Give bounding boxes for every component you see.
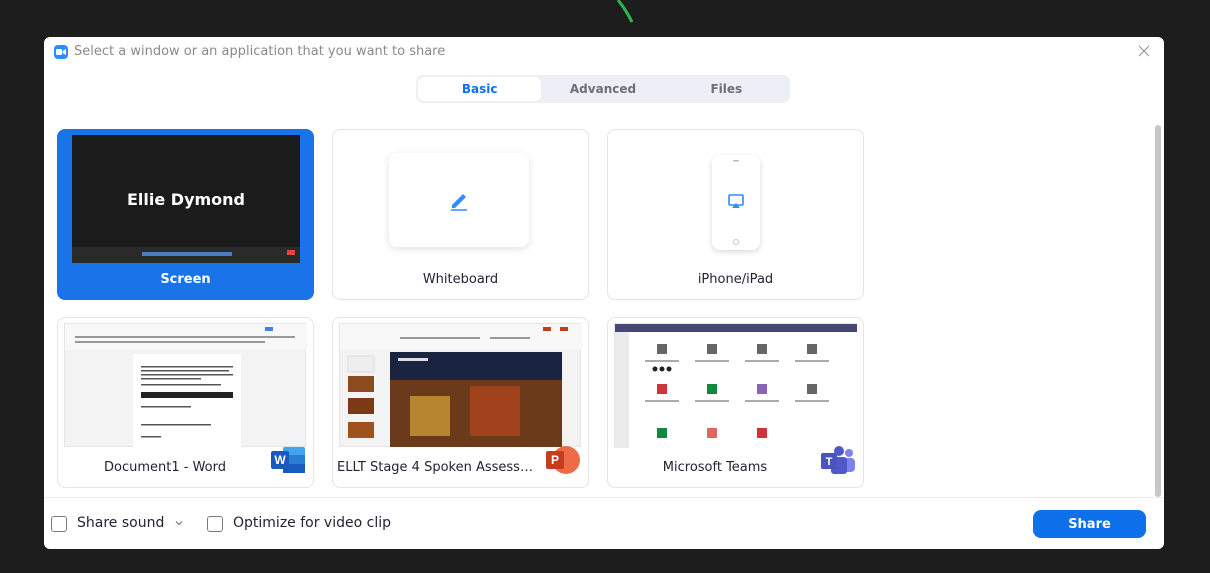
tab-files[interactable]: Files [665,77,788,101]
optimize-video-checkbox[interactable] [207,516,223,532]
card-screen[interactable]: Ellie Dymond Screen [57,129,314,300]
close-icon [1138,45,1150,57]
screen-preview: Ellie Dymond [72,135,300,263]
card-word-label: Document1 - Word [104,460,226,475]
title-bar: Select a window or an application that y… [44,37,1164,67]
powerpoint-app-icon: P [546,445,580,475]
teams-app-icon: T [821,445,855,475]
window-title: Select a window or an application that y… [74,44,446,59]
word-app-icon: W [271,445,305,475]
card-powerpoint-label: ELLT Stage 4 Spoken Assessment ... [337,460,543,475]
card-whiteboard-label: Whiteboard [422,272,499,287]
screen-preview-name: Ellie Dymond [126,190,246,209]
bottom-bar: Share sound Optimize for video clip Shar… [44,497,1164,549]
word-preview [64,323,307,448]
share-sound-checkbox[interactable] [51,516,67,532]
optimize-video-label: Optimize for video clip [233,515,391,531]
chevron-down-icon[interactable] [174,518,184,528]
whiteboard-preview [389,153,529,247]
tab-basic[interactable]: Basic [418,77,542,101]
green-annotation-line [616,0,634,23]
word-badge-letter: W [274,453,286,467]
card-document1-word[interactable]: Document1 - Word W [57,317,314,488]
airplay-icon [728,194,744,208]
iphone-preview [712,155,760,250]
pen-icon [451,194,467,211]
share-sound-label: Share sound [77,515,165,531]
card-ellt-powerpoint[interactable]: ELLT Stage 4 Spoken Assessment ... P [332,317,589,488]
card-whiteboard[interactable]: Whiteboard [332,129,589,300]
share-button[interactable]: Share [1033,510,1146,538]
share-screen-dialog: Select a window or an application that y… [44,37,1164,549]
card-iphone-label: iPhone/iPad [697,272,774,287]
card-teams-label: Microsoft Teams [662,460,768,475]
zoom-camera-icon [54,45,68,59]
card-microsoft-teams[interactable]: Microsoft Teams T [607,317,864,488]
powerpoint-preview [339,323,582,447]
close-button[interactable] [1136,43,1152,59]
card-iphone-ipad[interactable]: iPhone/iPad [607,129,864,300]
ppt-badge-letter: P [551,453,559,467]
vertical-scrollbar[interactable] [1155,125,1161,497]
share-tabs: Basic Advanced Files [416,75,790,103]
teams-badge-letter: T [826,456,833,468]
screen-preview-toolbar [72,247,300,263]
card-screen-label: Screen [160,272,211,287]
teams-preview [614,323,857,448]
tab-advanced[interactable]: Advanced [541,77,664,101]
